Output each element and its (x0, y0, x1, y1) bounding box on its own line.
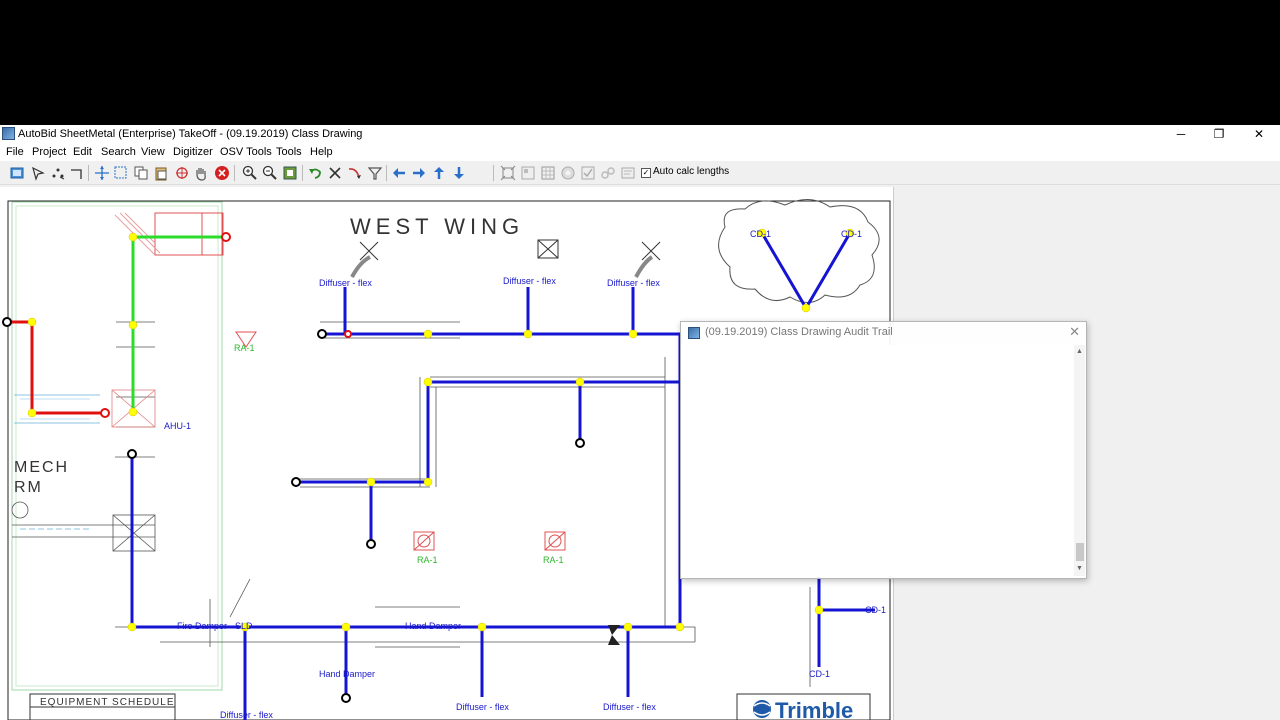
window-title: AutoBid SheetMetal (Enterprise) TakeOff … (18, 128, 363, 140)
label-hand-damper-2: Hand Damper (319, 669, 375, 679)
duct-red-endpoints (100, 232, 352, 418)
fit-view-icon[interactable] (500, 165, 516, 181)
minimize-button[interactable]: ─ (1162, 125, 1200, 144)
trimble-logo: Trimble (736, 693, 871, 720)
mech-room-inner (15, 205, 219, 687)
label-ra1-b: RA-1 (417, 555, 438, 565)
label-cd1-d: CD-1 (809, 669, 830, 679)
label-diffuser-flex-1: Diffuser - flex (319, 278, 372, 288)
label-hand-damper-1: Hand Damper (405, 621, 461, 631)
revision-cloud (718, 199, 880, 303)
stop-icon[interactable] (214, 165, 230, 181)
return-grilles (235, 331, 566, 551)
toolbar-separator (493, 165, 494, 181)
scroll-down-icon[interactable]: ▼ (1075, 564, 1084, 574)
line-corner-icon[interactable] (69, 165, 85, 181)
copy-icon[interactable] (133, 165, 149, 181)
globe-icon[interactable] (560, 165, 576, 181)
restore-button[interactable]: ❐ (1200, 125, 1238, 144)
crosshair-icon[interactable] (174, 165, 190, 181)
pan-hand-icon[interactable] (193, 165, 209, 181)
check-box-icon[interactable] (580, 165, 596, 181)
node-select-icon[interactable] (50, 165, 66, 181)
zoom-in-icon[interactable] (242, 165, 258, 181)
label-diffuser-flex-3: Diffuser - flex (607, 278, 660, 288)
layout-icon[interactable] (520, 165, 536, 181)
auto-calc-label: Auto calc lengths (653, 166, 730, 177)
auto-calc-check-icon: ✓ (641, 168, 651, 178)
toolbar-separator (302, 165, 303, 181)
grid-icon[interactable] (540, 165, 556, 181)
filter-icon[interactable] (367, 165, 383, 181)
menu-tools[interactable]: Tools (276, 146, 302, 158)
toolbar-separator (88, 165, 89, 181)
room-label-rm: RM (14, 479, 43, 496)
arrow-right-icon[interactable] (411, 165, 427, 181)
mech-room-outline (11, 201, 223, 691)
label-fire-damper: Fire Damper - SLD (177, 621, 253, 631)
toolbar-separator (234, 165, 235, 181)
label-diffuser-flex-2: Diffuser - flex (503, 276, 556, 286)
dialog-title-bar[interactable]: (09.19.2019) Class Drawing Audit Trail ✕ (681, 322, 1086, 344)
select-window-icon[interactable] (9, 165, 25, 181)
close-button[interactable]: ✕ (1240, 125, 1278, 144)
menu-file[interactable]: File (6, 146, 24, 158)
toolbar-separator (386, 165, 387, 181)
label-cd1-a: CD-1 (750, 229, 771, 239)
menu-bar: File Project Edit Search View Digitizer … (0, 144, 1280, 161)
title-bar: AutoBid SheetMetal (Enterprise) TakeOff … (0, 125, 1280, 144)
dialog-app-icon (688, 327, 700, 339)
arrow-up-icon[interactable] (431, 165, 447, 181)
label-diffuser-flex-4: Diffuser - flex (220, 710, 273, 720)
menu-help[interactable]: Help (310, 146, 333, 158)
menu-edit[interactable]: Edit (73, 146, 92, 158)
scroll-thumb[interactable] (1076, 543, 1084, 561)
label-ra1-c: RA-1 (543, 555, 564, 565)
move-icon[interactable] (94, 165, 110, 181)
menu-digitizer[interactable]: Digitizer (173, 146, 213, 158)
label-ra1-a: RA-1 (234, 343, 255, 353)
menu-osv-tools[interactable]: OSV Tools (220, 146, 272, 158)
select-area-icon[interactable] (113, 165, 129, 181)
route-icon[interactable] (347, 165, 363, 181)
arrow-left-icon[interactable] (391, 165, 407, 181)
report-icon[interactable] (620, 165, 636, 181)
scroll-up-icon[interactable]: ▲ (1075, 347, 1084, 357)
link-icon[interactable] (600, 165, 616, 181)
diffusers (350, 239, 661, 278)
label-diffuser-flex-6: Diffuser - flex (603, 702, 656, 712)
drawing-heading: WEST WING (350, 214, 524, 239)
equipment-schedule: EQUIPMENT SCHEDULE (29, 693, 176, 720)
menu-project[interactable]: Project (32, 146, 66, 158)
audit-trail-content[interactable] (681, 345, 1073, 576)
menu-search[interactable]: Search (101, 146, 136, 158)
paste-icon[interactable] (153, 165, 169, 181)
room-label-mech: MECH (14, 459, 69, 476)
undo-icon[interactable] (307, 165, 323, 181)
delete-x-icon[interactable] (327, 165, 343, 181)
label-cd1-b: CD-1 (841, 229, 862, 239)
arrow-down-icon[interactable] (451, 165, 467, 181)
menu-view[interactable]: View (141, 146, 165, 158)
dialog-title: (09.19.2019) Class Drawing Audit Trail (705, 326, 893, 338)
label-diffuser-flex-5: Diffuser - flex (456, 702, 509, 712)
duct-endpoints (2, 317, 585, 703)
auto-calc-lengths-checkbox[interactable]: ✓ Auto calc lengths (641, 166, 729, 178)
toolbar: ✓ Auto calc lengths (0, 162, 1280, 185)
equipment-schedule-title: EQUIPMENT SCHEDULE (40, 697, 175, 708)
zoom-out-icon[interactable] (262, 165, 278, 181)
zoom-extents-icon[interactable] (282, 165, 298, 181)
app-window: AutoBid SheetMetal (Enterprise) TakeOff … (0, 125, 1280, 720)
label-ahu1: AHU-1 (164, 421, 191, 431)
app-icon (2, 127, 15, 140)
label-cd1-c: CD-1 (865, 605, 886, 615)
dialog-scrollbar[interactable]: ▲ ▼ (1074, 345, 1085, 576)
pointer-icon[interactable] (30, 165, 46, 181)
dialog-close-button[interactable]: ✕ (1069, 324, 1080, 340)
logo-text: Trimble (775, 698, 853, 720)
duct-green (131, 235, 226, 412)
audit-trail-dialog[interactable]: (09.19.2019) Class Drawing Audit Trail ✕… (680, 321, 1087, 579)
